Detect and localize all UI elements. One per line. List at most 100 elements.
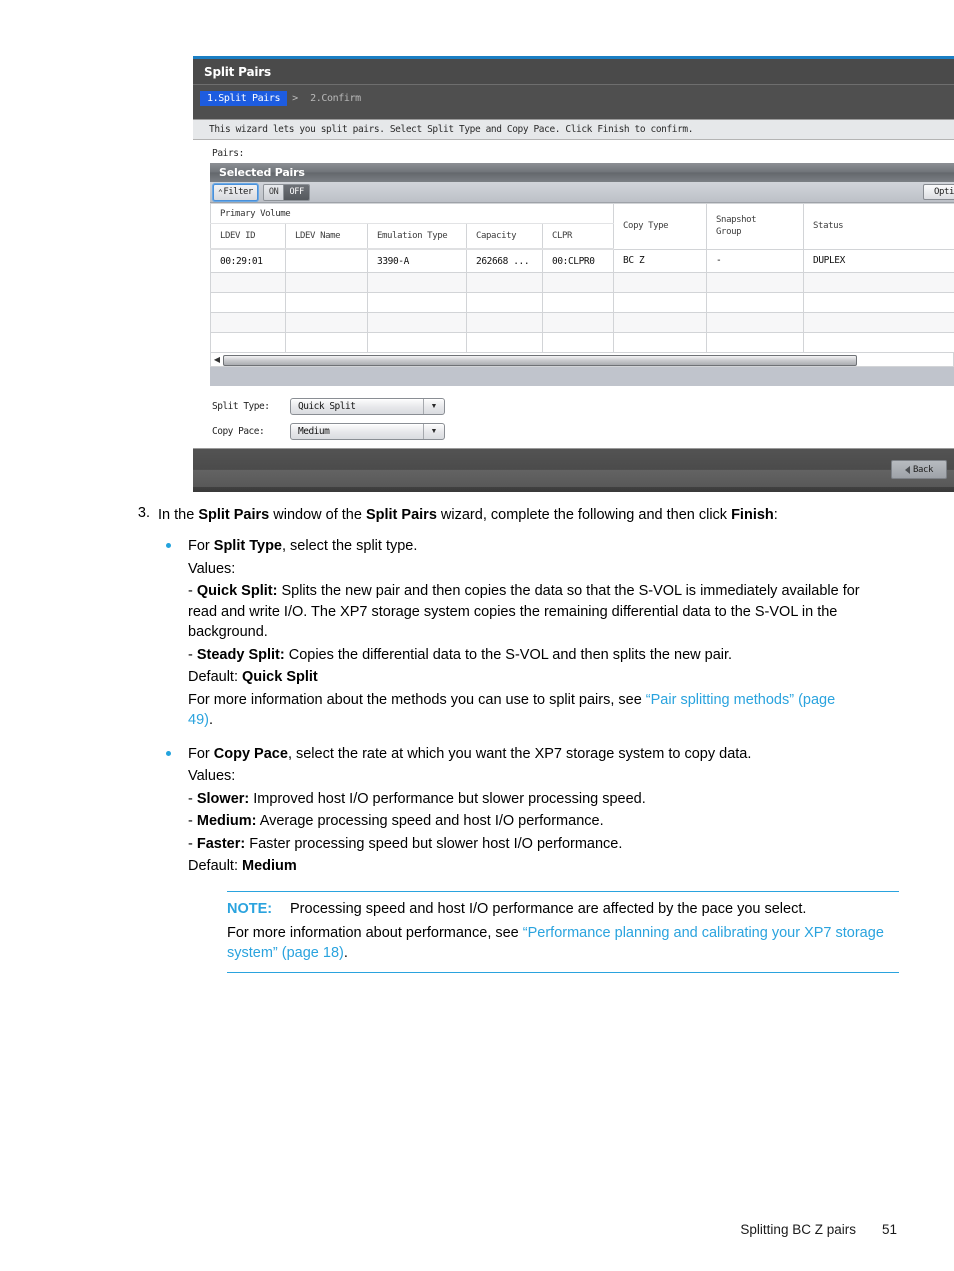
bullet1-intro-bold: Split Type xyxy=(213,538,282,554)
cell-emulation-type: 3390-A xyxy=(367,248,467,273)
cell-capacity: 262668 ... xyxy=(466,248,543,273)
copy-pace-row: Copy Pace: Medium ▼ xyxy=(212,423,954,440)
split-type-dropdown[interactable]: Quick Split ▼ xyxy=(290,398,445,415)
wizard-bar-filler xyxy=(193,111,954,119)
split-type-value: Quick Split xyxy=(298,401,356,412)
table-empty-row xyxy=(210,272,954,293)
bullet1-v1-term: Steady Split: xyxy=(196,646,285,663)
col-header-capacity[interactable]: Capacity xyxy=(466,223,543,250)
table-empty-row xyxy=(210,292,954,313)
page-footer: Splitting BC Z pairs 51 xyxy=(0,1222,954,1237)
bullet1-default-label: Default: xyxy=(188,669,242,685)
table-horizontal-scrollbar[interactable]: ◀ xyxy=(210,353,954,367)
wizard-step-bar: 1.Split Pairs > 2.Confirm xyxy=(193,85,954,111)
filter-button-label: Filter xyxy=(223,187,253,197)
note-para-post: . xyxy=(343,945,348,961)
note-para-pre: For more information about performance, … xyxy=(227,924,523,941)
scroll-left-arrow-icon[interactable]: ◀ xyxy=(211,355,223,364)
footer-page-number: 51 xyxy=(881,1222,897,1237)
filter-toggle-on[interactable]: ON xyxy=(263,184,285,200)
bullet1-default: Default: Quick Split xyxy=(188,667,860,688)
wizard-step-confirm[interactable]: 2.Confirm xyxy=(303,91,368,106)
note-label: NOTE: xyxy=(227,900,273,917)
chevron-down-icon[interactable]: ▼ xyxy=(423,399,444,414)
wizard-instruction-text: This wizard lets you split pairs. Select… xyxy=(193,119,954,140)
selected-pairs-title: Selected Pairs xyxy=(219,166,305,179)
back-arrow-icon xyxy=(904,465,910,474)
bullet2-v2-prefix: - xyxy=(188,835,197,852)
col-header-clpr[interactable]: CLPR xyxy=(541,223,615,250)
bullet2-default-value: Medium xyxy=(242,858,297,874)
cell-copy-type: BC Z xyxy=(613,248,708,273)
bullet-split-type: For Split Type, select the split type. V… xyxy=(166,536,954,731)
col-header-emulation-type[interactable]: Emulation Type xyxy=(367,223,467,250)
chevron-down-icon[interactable]: ▼ xyxy=(423,424,444,439)
bullet2-value-medium: - Medium: Average processing speed and h… xyxy=(188,811,860,832)
filter-toggle-off[interactable]: OFF xyxy=(284,184,309,200)
options-button[interactable]: Option xyxy=(923,184,954,200)
bullet2-intro: For Copy Pace, select the rate at which … xyxy=(188,744,860,765)
step-bold-3: Finish xyxy=(731,507,774,523)
bullet2-intro-post: , select the rate at which you want the … xyxy=(287,745,752,762)
bullet-split-type-body: For Split Type, select the split type. V… xyxy=(188,536,860,731)
step-number: 3. xyxy=(137,505,150,521)
filter-button[interactable]: ⌃ Filter xyxy=(213,183,258,201)
bullet1-moreinfo-pre: For more information about the methods y… xyxy=(188,691,646,708)
bullet1-v0-desc: Splits the new pair and then copies the … xyxy=(188,583,860,640)
bullet1-intro: For Split Type, select the split type. xyxy=(188,536,860,557)
bullet-dot-icon xyxy=(166,536,188,548)
bullet1-value-steady-split: - Steady Split: Copies the differential … xyxy=(188,645,860,666)
step-text-p1: In the xyxy=(158,507,199,523)
document-content: 3. In the Split Pairs window of the Spli… xyxy=(0,505,954,973)
filter-toggle-group[interactable]: ON OFF xyxy=(262,183,310,201)
selected-pairs-footer-bar xyxy=(210,367,954,386)
step-text-p4: : xyxy=(773,507,778,523)
copy-pace-dropdown[interactable]: Medium ▼ xyxy=(290,423,445,440)
selected-pairs-panel: Selected Pairs ⌃ Filter ON OFF Option xyxy=(209,163,954,353)
bullet1-v0-term: Quick Split: xyxy=(196,583,278,599)
wizard-step-separator: > xyxy=(292,92,299,104)
back-button-label: Back xyxy=(912,464,934,475)
split-type-row: Split Type: Quick Split ▼ xyxy=(212,398,954,415)
bullet1-values-label: Values: xyxy=(188,560,236,577)
table-row[interactable]: 00:29:01 3390-A 262668 ... 00:CLPR0 BC Z… xyxy=(210,248,954,273)
bullet2-intro-pre: For xyxy=(188,745,214,762)
selected-pairs-table: Primary Volume Copy Type Snapshot Group … xyxy=(209,203,954,353)
col-header-status[interactable]: Status xyxy=(803,203,954,249)
cell-snapshot-group: - xyxy=(706,248,805,273)
col-header-copy-type[interactable]: Copy Type xyxy=(613,203,708,249)
bullet2-intro-bold: Copy Pace xyxy=(213,745,288,762)
bullet2-v2-term: Faster: xyxy=(196,835,246,852)
bullet2-default: Default: Medium xyxy=(188,856,860,877)
bullet1-moreinfo-post: . xyxy=(208,712,213,728)
cell-ldev-name xyxy=(285,248,368,273)
table-empty-row xyxy=(210,332,954,353)
cell-ldev-id: 00:29:01 xyxy=(210,248,286,273)
col-header-ldev-name[interactable]: LDEV Name xyxy=(285,223,368,250)
filter-caret-icon: ⌃ xyxy=(218,187,223,197)
note-box: NOTE: Processing speed and host I/O perf… xyxy=(227,890,899,973)
bullet2-v1-prefix: - xyxy=(188,813,197,829)
group-header-primary-volume: Primary Volume xyxy=(209,203,615,224)
split-options-form: Split Type: Quick Split ▼ Copy Pace: Med… xyxy=(193,386,954,440)
bullet2-v1-term: Medium: xyxy=(196,813,257,829)
scrollbar-thumb[interactable] xyxy=(223,355,858,366)
copy-pace-label: Copy Pace: xyxy=(212,426,265,437)
bullet2-v2-desc: Faster processing speed but slower host … xyxy=(245,835,623,852)
scrollbar-track[interactable] xyxy=(223,355,950,366)
selected-pairs-toolbar: ⌃ Filter ON OFF Option xyxy=(210,182,954,203)
step-text-p2: window of the xyxy=(269,507,366,523)
split-type-label: Split Type: xyxy=(212,401,270,412)
cell-status: DUPLEX xyxy=(803,248,954,273)
step-bold-2: Split Pairs xyxy=(365,507,437,523)
selected-pairs-header: Selected Pairs xyxy=(210,163,954,182)
col-header-snapshot-group[interactable]: Snapshot Group xyxy=(706,203,805,249)
wizard-step-split-pairs[interactable]: 1.Split Pairs xyxy=(200,90,288,106)
dialog-titlebar: Split Pairs xyxy=(193,59,954,85)
col-header-ldev-id[interactable]: LDEV ID xyxy=(210,223,286,250)
note-heading-row: NOTE: Processing speed and host I/O perf… xyxy=(227,899,899,919)
bullet1-v1-prefix: - xyxy=(188,646,197,663)
col-header-snapshot-line1: Snapshot xyxy=(716,215,757,226)
back-button[interactable]: Back xyxy=(891,460,947,479)
step-bold-1: Split Pairs xyxy=(198,507,270,523)
